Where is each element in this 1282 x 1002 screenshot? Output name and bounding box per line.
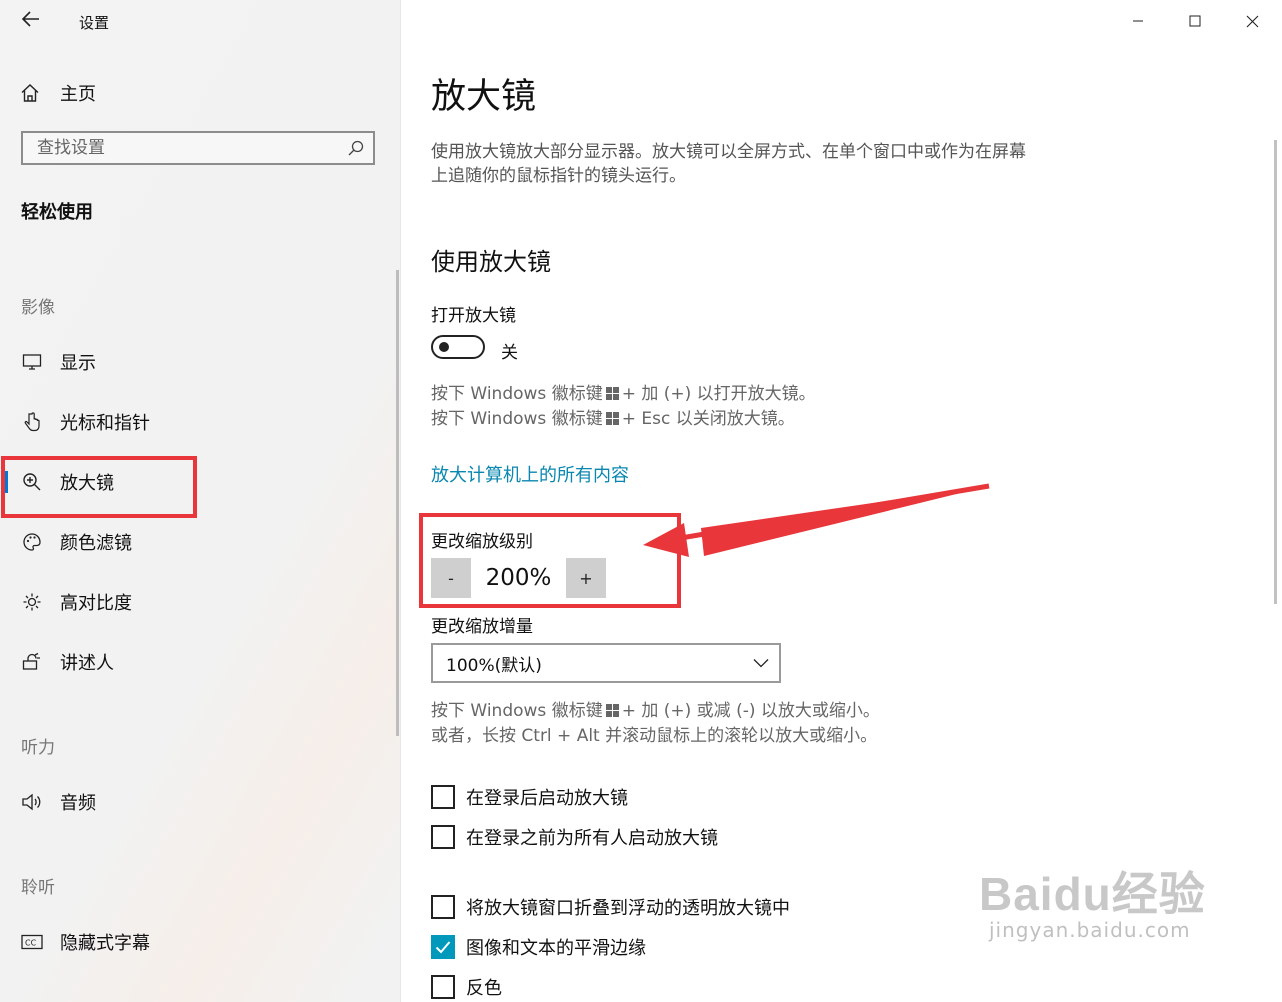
close-button[interactable]	[1237, 8, 1267, 34]
speaker-icon	[20, 792, 44, 812]
sidebar-item-color-filters[interactable]: 颜色滤镜	[0, 522, 396, 562]
sidebar-scrollbar[interactable]	[396, 270, 399, 736]
app-title: 设置	[79, 14, 110, 32]
baidu-watermark: Baidu经验 jingyan.baidu.com	[979, 858, 1206, 942]
search-input[interactable]	[23, 133, 337, 163]
checkbox-collapse-to-lens[interactable]: 将放大镜窗口折叠到浮动的透明放大镜中	[431, 894, 790, 920]
hint-text: 按下 Windows 徽标键	[431, 701, 603, 721]
home-icon	[20, 83, 42, 103]
sidebar-item-narrator[interactable]: 讲述人	[0, 642, 396, 682]
sidebar-item-label: 音频	[60, 793, 96, 814]
hint-text: + Esc 以关闭放大镜。	[621, 409, 795, 429]
monitor-icon	[20, 353, 44, 371]
sidebar-item-audio[interactable]: 音频	[0, 782, 396, 822]
watermark-logo-text: Baidu经验	[979, 868, 1206, 920]
sidebar-item-cursor[interactable]: 光标和指针	[0, 402, 396, 442]
hint-text: + 加 (+) 或减 (-) 以放大或缩小。	[621, 701, 880, 721]
checkbox-invert-colors[interactable]: 反色	[431, 974, 502, 1000]
maximize-icon	[1189, 15, 1201, 27]
checkbox-label: 在登录后启动放大镜	[466, 788, 628, 809]
svg-text:CC: CC	[25, 939, 37, 948]
search-box[interactable]	[21, 131, 375, 165]
main-scrollbar[interactable]	[1274, 140, 1277, 604]
sidebar-item-high-contrast[interactable]: 高对比度	[0, 582, 396, 622]
zoom-hint: 按下 Windows 徽标键 + 加 (+) 或减 (-) 以放大或缩小。 或者，…	[431, 699, 880, 749]
section-title: 使用放大镜	[431, 248, 551, 276]
group-hearing: 听力	[21, 738, 55, 758]
sidebar-item-label: 显示	[60, 353, 96, 374]
chevron-down-icon	[743, 658, 779, 668]
checkbox-start-before-signin[interactable]: 在登录之前为所有人启动放大镜	[431, 824, 718, 850]
sidebar-item-label: 隐藏式字幕	[60, 933, 150, 954]
captions-icon: CC	[20, 934, 44, 950]
hint-text: 或者，长按 Ctrl + Alt 并滚动鼠标上的滚轮以放大或缩小。	[431, 726, 878, 746]
page-title: 放大镜	[431, 77, 537, 117]
checkbox[interactable]	[431, 785, 455, 809]
toggle-knob	[439, 342, 449, 352]
minimize-icon	[1133, 20, 1143, 22]
zoom-increment-select[interactable]: 100%(默认)	[431, 643, 781, 683]
hint-text: + 加 (+) 以打开放大镜。	[621, 384, 816, 404]
hint-text: 按下 Windows 徽标键	[431, 384, 603, 404]
group-vision: 影像	[21, 298, 55, 318]
brightness-icon	[20, 592, 44, 612]
sidebar-item-label: 光标和指针	[60, 413, 150, 434]
windows-logo-icon	[605, 704, 619, 717]
annotation-box-zoom	[419, 513, 681, 608]
toggle-hint: 按下 Windows 徽标键 + 加 (+) 以打开放大镜。 按下 Windows…	[431, 382, 816, 432]
checkbox[interactable]	[431, 975, 455, 999]
checkbox-label: 反色	[466, 978, 502, 999]
sidebar-item-captions[interactable]: CC 隐藏式字幕	[0, 922, 396, 962]
checkbox-checked[interactable]	[431, 935, 455, 959]
group-hearing2: 聆听	[21, 878, 55, 898]
toggle-state: 关	[501, 343, 518, 363]
toggle-label: 打开放大镜	[431, 306, 516, 326]
sidebar-item-home[interactable]: 主页	[20, 78, 96, 108]
magnify-everything-link[interactable]: 放大计算机上的所有内容	[431, 461, 629, 487]
pointer-icon	[20, 411, 44, 433]
windows-logo-icon	[605, 412, 619, 425]
page-description: 使用放大镜放大部分显示器。放大镜可以全屏方式、在单个窗口中或作为在屏幕上追随你的…	[431, 142, 1026, 186]
palette-icon	[20, 532, 44, 552]
zoom-increment-label: 更改缩放增量	[431, 617, 533, 637]
sidebar-item-label: 讲述人	[60, 653, 114, 674]
checkbox-label: 在登录之前为所有人启动放大镜	[466, 828, 718, 849]
back-button[interactable]	[20, 8, 44, 32]
checkbox-start-after-signin[interactable]: 在登录后启动放大镜	[431, 784, 628, 810]
magnifier-toggle[interactable]	[431, 335, 485, 359]
checkbox-label: 将放大镜窗口折叠到浮动的透明放大镜中	[466, 898, 790, 919]
minimize-button[interactable]	[1123, 8, 1153, 34]
search-icon[interactable]	[347, 139, 365, 161]
back-arrow-icon	[21, 11, 39, 27]
annotation-box-sidebar	[1, 456, 197, 518]
checkbox-smooth-edges[interactable]: 图像和文本的平滑边缘	[431, 934, 646, 960]
checkbox[interactable]	[431, 895, 455, 919]
checkmark-icon	[435, 941, 451, 954]
close-icon	[1246, 15, 1258, 27]
sidebar-item-label: 颜色滤镜	[60, 533, 132, 554]
checkbox-label: 图像和文本的平滑边缘	[466, 938, 646, 959]
hint-text: 按下 Windows 徽标键	[431, 409, 603, 429]
sidebar-item-display[interactable]: 显示	[0, 342, 396, 382]
narrator-icon	[20, 652, 44, 672]
watermark-url: jingyan.baidu.com	[989, 918, 1191, 942]
home-label: 主页	[60, 84, 96, 105]
windows-logo-icon	[605, 387, 619, 400]
select-value: 100%(默认)	[446, 655, 542, 676]
sidebar: 设置 主页 轻松使用 影像 显示 光标和指针 放大镜 颜	[0, 0, 401, 1002]
maximize-button[interactable]	[1180, 8, 1210, 34]
category-title: 轻松使用	[21, 202, 93, 223]
checkbox[interactable]	[431, 825, 455, 849]
sidebar-item-label: 高对比度	[60, 593, 132, 614]
main-content: 放大镜 使用放大镜放大部分显示器。放大镜可以全屏方式、在单个窗口中或作为在屏幕上…	[401, 0, 1282, 1002]
